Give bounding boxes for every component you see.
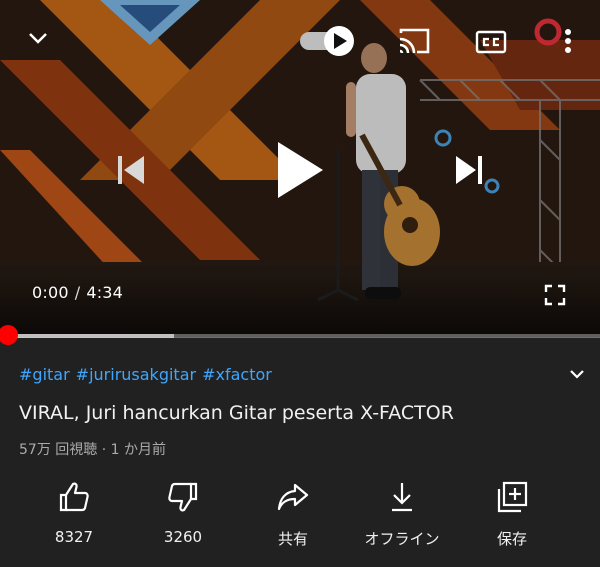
captions-icon [475, 30, 507, 54]
chevron-down-icon [570, 370, 584, 379]
save-button[interactable]: 保存 [457, 480, 567, 549]
skip-previous-icon [118, 156, 144, 184]
share-label: 共有 [277, 530, 308, 548]
play-button[interactable] [268, 136, 332, 204]
cast-button[interactable] [396, 26, 432, 56]
like-button[interactable]: 8327 [19, 480, 129, 546]
minimize-button[interactable] [24, 24, 52, 52]
save-label: 保存 [496, 530, 527, 548]
time-display: 0:00 / 4:34 [32, 283, 123, 302]
download-icon [392, 483, 412, 512]
captions-button[interactable] [474, 28, 508, 56]
dislike-count: 3260 [163, 528, 203, 546]
offline-download-button[interactable]: オフライン [347, 480, 457, 549]
hashtag-link[interactable]: #xfactor [202, 365, 272, 384]
hashtag-link[interactable]: #gitar [19, 365, 70, 384]
expand-description-button[interactable] [566, 363, 588, 385]
more-options-button[interactable] [556, 26, 580, 56]
fullscreen-button[interactable] [540, 280, 570, 310]
video-player[interactable]: 0:00 / 4:34 [0, 0, 600, 337]
time-separator: / [74, 283, 81, 302]
next-video-button[interactable] [450, 150, 490, 190]
thumb-up-icon [59, 482, 89, 512]
share-button[interactable]: 共有 [238, 480, 348, 549]
scrubber-handle[interactable] [0, 325, 18, 345]
autoplay-toggle[interactable] [296, 22, 358, 60]
video-meta: 57万 回視聴 · 1 か月前 [19, 439, 166, 459]
offline-label: オフライン [364, 530, 440, 548]
hashtag-list: #gitar #jurirusakgitar #xfactor [19, 365, 278, 384]
cast-icon [399, 28, 430, 54]
skip-next-icon [456, 156, 482, 184]
duration: 4:34 [86, 283, 124, 302]
progress-bar[interactable] [0, 334, 600, 338]
previous-video-button[interactable] [110, 150, 150, 190]
hashtag-link[interactable]: #jurirusakgitar [76, 365, 196, 384]
thumb-down-icon [168, 482, 198, 512]
chevron-down-icon [29, 33, 47, 44]
current-time: 0:00 [32, 283, 69, 302]
autoplay-toggle-icon [300, 26, 354, 56]
view-count: 57万 回視聴 [19, 442, 98, 458]
add-to-playlist-icon [497, 481, 528, 513]
action-bar: 8327 3260 共有 オフライン 保存 [0, 480, 600, 550]
dislike-button[interactable]: 3260 [128, 480, 238, 546]
video-title[interactable]: VIRAL, Juri hancurkan Gitar peserta X-FA… [19, 402, 454, 424]
like-count: 8327 [54, 528, 94, 546]
share-icon [277, 483, 309, 511]
play-icon [278, 142, 323, 198]
upload-age: 1 か月前 [110, 442, 166, 458]
fullscreen-icon [544, 284, 566, 306]
meta-separator: · [101, 442, 107, 458]
video-info: #gitar #jurirusakgitar #xfactor VIRAL, Jur… [0, 345, 600, 567]
more-vert-icon [565, 29, 571, 53]
buffered-range [0, 334, 174, 338]
